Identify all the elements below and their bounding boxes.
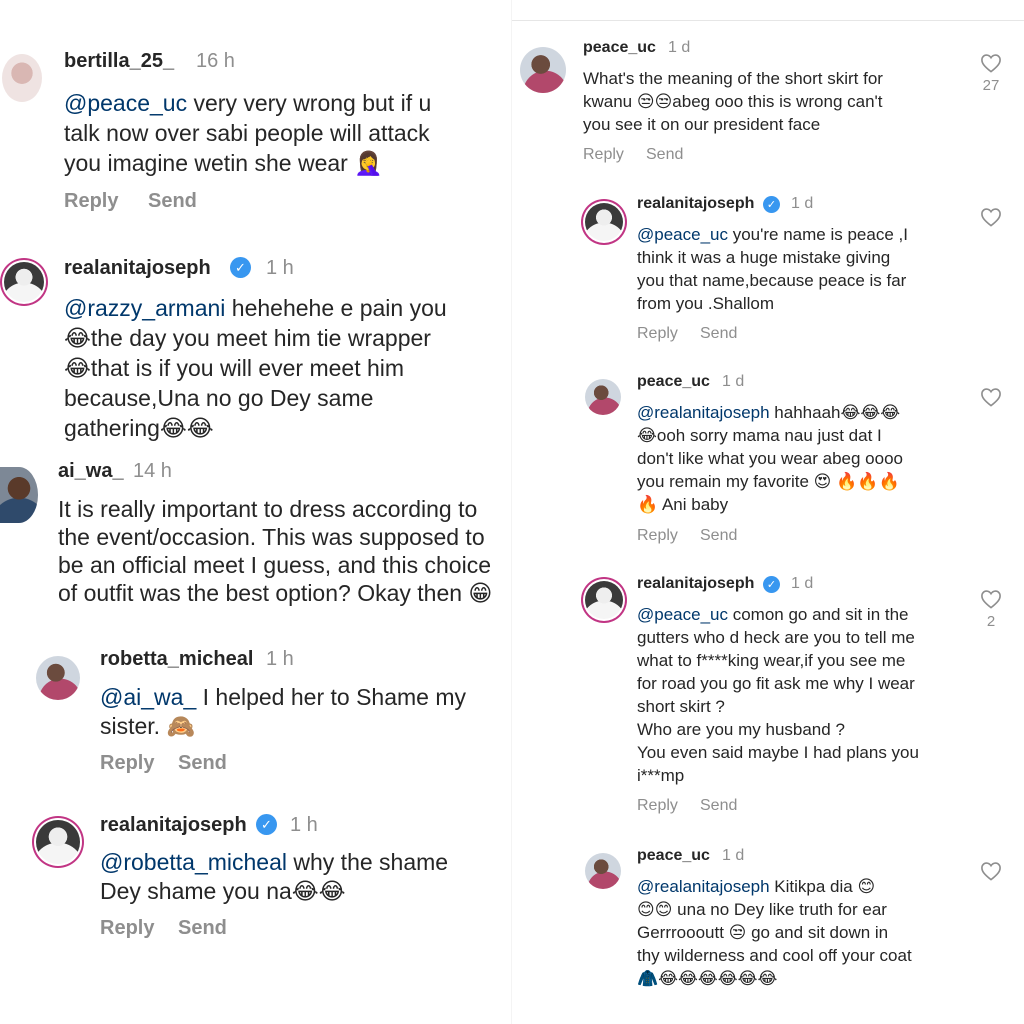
heart-outline-icon[interactable] [980, 387, 1002, 407]
reply-button[interactable]: Reply [637, 527, 678, 545]
comment-username[interactable]: realanitajoseph [100, 814, 247, 837]
like-count: 27 [982, 77, 1000, 94]
comment-username[interactable]: bertilla_25_ [64, 50, 174, 73]
heart-outline-icon[interactable] [980, 207, 1002, 227]
comment-mention[interactable]: @razzy_armani [64, 295, 225, 321]
comment-time: 1 d [722, 847, 745, 864]
send-button[interactable]: Send [700, 797, 737, 815]
heart-outline-icon[interactable] [980, 53, 1002, 73]
comment-time: 14 h [133, 460, 172, 482]
verified-badge-icon: ✓ [256, 814, 277, 835]
comment-time: 1 h [290, 814, 318, 836]
reply-button[interactable]: Reply [100, 917, 154, 940]
heart-outline-icon[interactable] [980, 589, 1002, 609]
send-button[interactable]: Send [700, 325, 737, 343]
comment-time: 1 d [791, 195, 814, 212]
comment-time: 16 h [196, 50, 235, 72]
comment-body: @peace_uc comon go and sit in the gutter… [637, 603, 977, 787]
comment-item: bertilla_25_ 16 h @peace_uc very very wr… [0, 40, 512, 220]
avatar[interactable] [520, 47, 566, 93]
comment-username[interactable]: realanitajoseph [64, 257, 211, 280]
right-comments-panel: peace_uc 1 d What's the meaning of the s… [512, 20, 1024, 1024]
comment-body: What's the meaning of the short skirt fo… [583, 67, 963, 136]
verified-badge-icon: ✓ [230, 257, 251, 278]
reply-button[interactable]: Reply [100, 752, 154, 775]
comment-body: @peace_uc you're name is peace ,I think … [637, 223, 977, 315]
comment-item: realanitajoseph ✓ 1 d @peace_uc comon go… [512, 575, 1024, 825]
comment-mention[interactable]: @realanitajoseph [637, 877, 770, 896]
avatar[interactable] [585, 203, 623, 241]
avatar[interactable] [36, 820, 80, 864]
comment-item: realanitajoseph ✓ 1 h @razzy_armani hehe… [0, 250, 512, 450]
comment-time: 1 h [266, 257, 294, 279]
avatar[interactable] [585, 581, 623, 619]
comment-username[interactable]: realanitajoseph [637, 575, 754, 593]
reply-button[interactable]: Reply [583, 146, 624, 164]
comment-item: realanitajoseph ✓ 1 d @peace_uc you're n… [512, 193, 1024, 363]
comment-username[interactable]: realanitajoseph [637, 195, 754, 213]
comment-body: @realanitajoseph Kitikpa dia 😊 😊😊 una no… [637, 875, 977, 990]
heart-outline-icon[interactable] [980, 861, 1002, 881]
avatar[interactable] [0, 467, 38, 523]
send-button[interactable]: Send [646, 146, 683, 164]
avatar[interactable] [2, 54, 42, 102]
comment-username[interactable]: peace_uc [637, 847, 710, 865]
comment-body: It is really important to dress accordin… [58, 495, 512, 607]
send-button[interactable]: Send [700, 527, 737, 545]
reply-button[interactable]: Reply [637, 797, 678, 815]
comment-body: @realanitajoseph hahhaah😂😂😂 😂ooh sorry m… [637, 401, 977, 516]
comment-text: What's the meaning of the short skirt fo… [583, 69, 883, 134]
comment-mention[interactable]: @peace_uc [637, 605, 728, 624]
comment-username[interactable]: robetta_micheal [100, 648, 253, 671]
comment-body: @razzy_armani hehehehe e pain you 😂the d… [64, 293, 504, 443]
comment-mention[interactable]: @peace_uc [64, 90, 187, 116]
comment-text: comon go and sit in the gutters who d he… [637, 605, 919, 785]
left-comments-panel: bertilla_25_ 16 h @peace_uc very very wr… [0, 0, 512, 1024]
comment-time: 1 d [668, 39, 691, 56]
comment-mention[interactable]: @realanitajoseph [637, 403, 770, 422]
comment-item: peace_uc 1 d @realanitajoseph Kitikpa di… [512, 847, 1024, 1017]
reply-button[interactable]: Reply [64, 190, 118, 213]
comment-body: @ai_wa_ I helped her to Shame my sister.… [100, 683, 510, 741]
comment-username[interactable]: peace_uc [637, 373, 710, 391]
comment-body: @peace_uc very very wrong but if u talk … [64, 88, 504, 178]
comment-time: 1 d [791, 575, 814, 592]
send-button[interactable]: Send [178, 917, 227, 940]
avatar[interactable] [4, 262, 44, 302]
send-button[interactable]: Send [178, 752, 227, 775]
comment-time: 1 d [722, 373, 745, 390]
comment-text: It is really important to dress accordin… [58, 496, 493, 606]
verified-badge-icon: ✓ [763, 196, 780, 213]
comment-item: peace_uc 1 d @realanitajoseph hahhaah😂😂😂… [512, 373, 1024, 573]
comment-item: ai_wa_ 14 h It is really important to dr… [0, 455, 512, 615]
comment-item: realanitajoseph ✓ 1 h @robetta_micheal w… [0, 806, 512, 956]
avatar[interactable] [585, 379, 621, 415]
comment-mention[interactable]: @peace_uc [637, 225, 728, 244]
comment-mention[interactable]: @robetta_micheal [100, 849, 287, 875]
comment-mention[interactable]: @ai_wa_ [100, 684, 196, 710]
send-button[interactable]: Send [148, 190, 197, 213]
avatar[interactable] [36, 656, 80, 700]
like-count: 2 [986, 613, 996, 630]
comment-body: @robetta_micheal why the shame Dey shame… [100, 848, 510, 906]
comment-username[interactable]: ai_wa_ [58, 460, 124, 483]
avatar[interactable] [585, 853, 621, 889]
verified-badge-icon: ✓ [763, 576, 780, 593]
comment-item: peace_uc 1 d What's the meaning of the s… [512, 35, 1024, 175]
comment-time: 1 h [266, 648, 294, 670]
reply-button[interactable]: Reply [637, 325, 678, 343]
comment-username[interactable]: peace_uc [583, 39, 656, 57]
comment-item: robetta_micheal 1 h @ai_wa_ I helped her… [0, 640, 512, 790]
